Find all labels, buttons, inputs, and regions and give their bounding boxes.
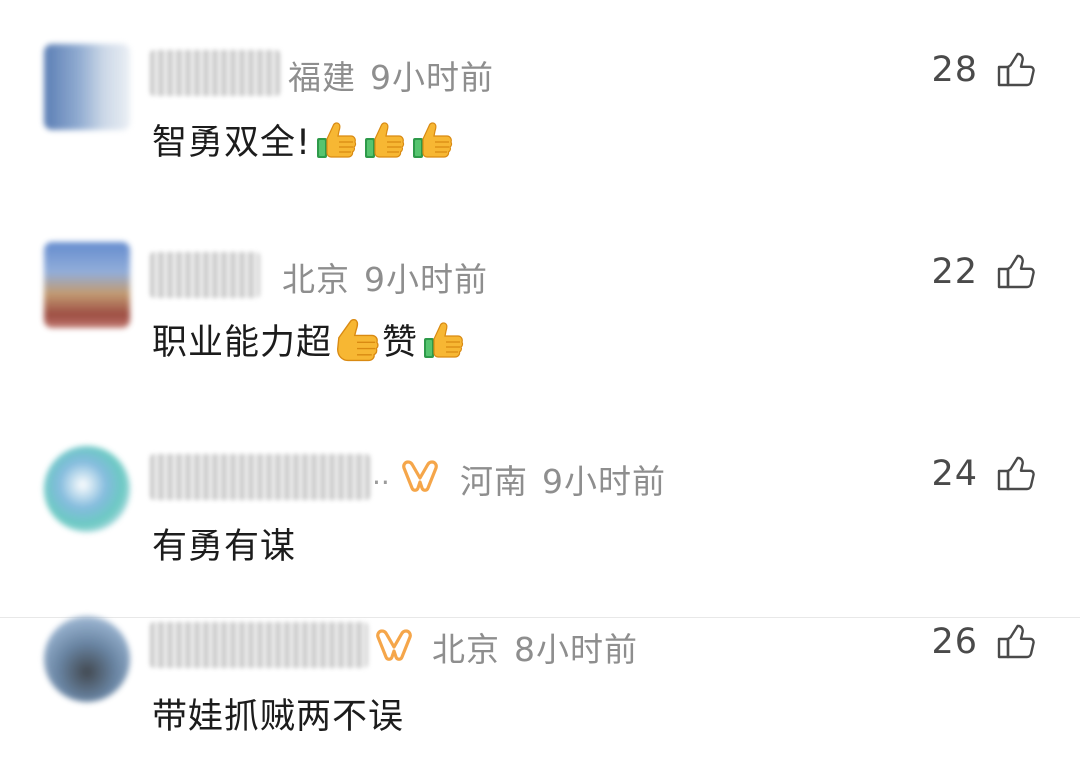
comment-meta: 福建 9小时前 xyxy=(288,51,494,99)
avatar[interactable] xyxy=(44,616,130,702)
like-button[interactable]: 24 xyxy=(931,454,1036,494)
comment-meta: 河南 9小时前 xyxy=(460,455,666,503)
like-count: 28 xyxy=(931,50,978,90)
timestamp: 9小时前 xyxy=(542,462,666,501)
thumb-up-outline-icon xyxy=(996,252,1036,292)
comment-text: 带娃抓贼两不误 xyxy=(152,688,404,739)
comment-text: 有勇有谋 xyxy=(152,518,296,569)
username-blurred[interactable] xyxy=(150,622,368,668)
thumb-up-outline-icon xyxy=(996,622,1036,662)
like-count: 24 xyxy=(931,454,978,494)
username-blurred[interactable] xyxy=(150,50,280,96)
comment-text: 职业能力超 赞 xyxy=(152,314,466,365)
timestamp: 9小时前 xyxy=(364,260,488,299)
username-blurred[interactable] xyxy=(150,252,260,298)
like-button[interactable]: 22 xyxy=(931,252,1036,292)
location-label: 北京 xyxy=(282,260,350,299)
comment-body: 带娃抓贼两不误 xyxy=(152,697,405,737)
comment-body-end: 赞 xyxy=(382,323,419,363)
orange-ribbon-badge-icon[interactable] xyxy=(374,627,414,663)
thumbs-up-emoji xyxy=(363,118,407,162)
avatar[interactable] xyxy=(44,242,130,328)
username-blurred[interactable] xyxy=(150,454,370,500)
like-count: 26 xyxy=(931,622,978,662)
comment-body: 职业能力超 xyxy=(152,323,333,363)
thumb-up-outline-icon xyxy=(996,50,1036,90)
orange-ribbon-badge-icon[interactable] xyxy=(400,458,440,494)
thumbs-up-emoji xyxy=(422,318,466,362)
timestamp: 8小时前 xyxy=(514,630,638,669)
comment-meta: 北京 9小时前 xyxy=(282,253,488,301)
comment-body: 有勇有谋 xyxy=(152,527,297,567)
avatar[interactable] xyxy=(44,446,130,532)
comment-meta: 北京 8小时前 xyxy=(432,623,638,671)
location-label: 北京 xyxy=(432,630,500,669)
thumbs-up-emoji xyxy=(315,118,359,162)
timestamp: 9小时前 xyxy=(370,58,494,97)
thumb-up-outline-icon xyxy=(996,454,1036,494)
like-button[interactable]: 28 xyxy=(931,50,1036,90)
comment-list: 福建 9小时前 28 智勇双全! 北京 9小时前 22 职业能力超 赞 .. 河… xyxy=(0,0,1080,764)
divider xyxy=(0,617,1080,618)
thumbs-up-emoji xyxy=(411,118,455,162)
username-ellipsis: .. xyxy=(372,458,390,491)
like-button[interactable]: 26 xyxy=(931,622,1036,662)
thumbs-up-emoji xyxy=(332,315,382,365)
location-label: 河南 xyxy=(460,462,528,501)
avatar[interactable] xyxy=(44,44,130,130)
comment-body: 智勇双全! xyxy=(152,123,312,163)
comment-text: 智勇双全! xyxy=(152,114,455,165)
like-count: 22 xyxy=(931,252,978,292)
location-label: 福建 xyxy=(288,58,356,97)
